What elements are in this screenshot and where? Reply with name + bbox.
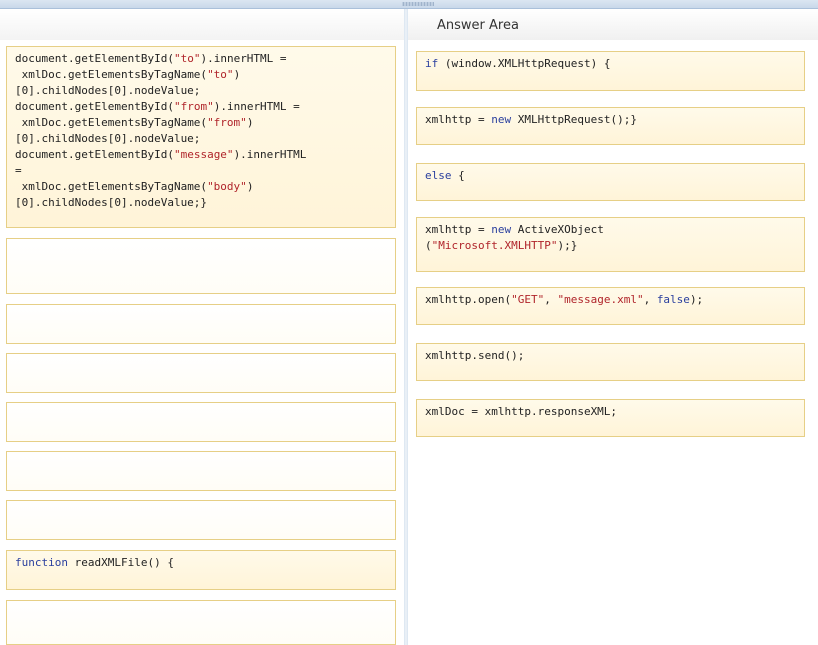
answer-slot-open-request[interactable]: xmlhttp.open("GET", "message.xml", false…: [416, 287, 805, 325]
code-line: xmlDoc.getElementsByTagName("to"): [15, 68, 241, 81]
answer-panel-header: Answer Area: [408, 9, 818, 40]
code-keyword: function: [15, 556, 68, 569]
empty-drop-slot[interactable]: [6, 353, 396, 393]
code-text: ,: [544, 293, 558, 306]
source-panel-header: [0, 9, 404, 40]
code-line: document.getElementById("to").innerHTML …: [15, 52, 287, 65]
code-text: readXMLFile() {: [67, 556, 174, 569]
code-line: xmlDoc.getElementsByTagName("from"): [15, 116, 254, 129]
code-line: [0].childNodes[0].nodeValue;}: [15, 196, 208, 209]
window-top-bar: [0, 0, 818, 9]
code-line: xmlhttp = new ActiveXObject: [425, 223, 604, 236]
code-line: document.getElementById("from").innerHTM…: [15, 100, 300, 113]
empty-drop-slot[interactable]: [6, 600, 396, 645]
answer-slot-if-xmlhttprequest[interactable]: if (window.XMLHttpRequest) {: [416, 51, 805, 91]
code-line: [0].childNodes[0].nodeValue;: [15, 84, 201, 97]
code-keyword: new: [491, 113, 512, 126]
empty-drop-slot[interactable]: [6, 304, 396, 344]
code-text: (window.XMLHttpRequest) {: [438, 57, 611, 70]
code-string: "GET": [511, 293, 545, 306]
empty-drop-slot[interactable]: [6, 238, 396, 294]
code-keyword: if: [425, 57, 439, 70]
answer-slot-activexobject[interactable]: xmlhttp = new ActiveXObject ("Microsoft.…: [416, 217, 805, 272]
code-string: "message.xml": [557, 293, 644, 306]
empty-drop-slot[interactable]: [6, 451, 396, 491]
empty-drop-slot[interactable]: [6, 500, 396, 540]
code-line: document.getElementById("message").inner…: [15, 148, 307, 161]
code-text: {: [451, 169, 465, 182]
answer-slot-else[interactable]: else {: [416, 163, 805, 201]
resize-grip-icon[interactable]: [402, 2, 434, 6]
answer-slot-send[interactable]: xmlhttp.send();: [416, 343, 805, 381]
answer-panel: Answer Area: [408, 9, 818, 645]
code-text: );: [689, 293, 704, 306]
answer-area-title: Answer Area: [437, 18, 519, 33]
answer-slot-responsexml[interactable]: xmlDoc = xmlhttp.responseXML;: [416, 399, 805, 437]
code-keyword: else: [425, 169, 452, 182]
code-line: xmlDoc.getElementsByTagName("body"): [15, 180, 254, 193]
code-line: ("Microsoft.XMLHTTP");}: [425, 239, 578, 252]
code-line: =: [15, 164, 22, 177]
code-block-function-readxmlfile[interactable]: function readXMLFile() {: [6, 550, 396, 590]
code-line: [0].childNodes[0].nodeValue;: [15, 132, 201, 145]
code-text: xmlDoc = xmlhttp.responseXML;: [425, 405, 618, 418]
code-text: ,: [643, 293, 657, 306]
code-keyword: false: [656, 293, 690, 306]
code-text: xmlhttp =: [425, 113, 492, 126]
answer-slot-new-xmlhttprequest[interactable]: xmlhttp = new XMLHttpRequest();}: [416, 107, 805, 145]
code-block-set-innerhtml[interactable]: document.getElementById("to").innerHTML …: [6, 46, 396, 228]
code-text: xmlhttp.send();: [425, 349, 525, 362]
empty-drop-slot[interactable]: [6, 402, 396, 442]
code-text: XMLHttpRequest();}: [511, 113, 637, 126]
code-text: xmlhttp.open(: [425, 293, 512, 306]
